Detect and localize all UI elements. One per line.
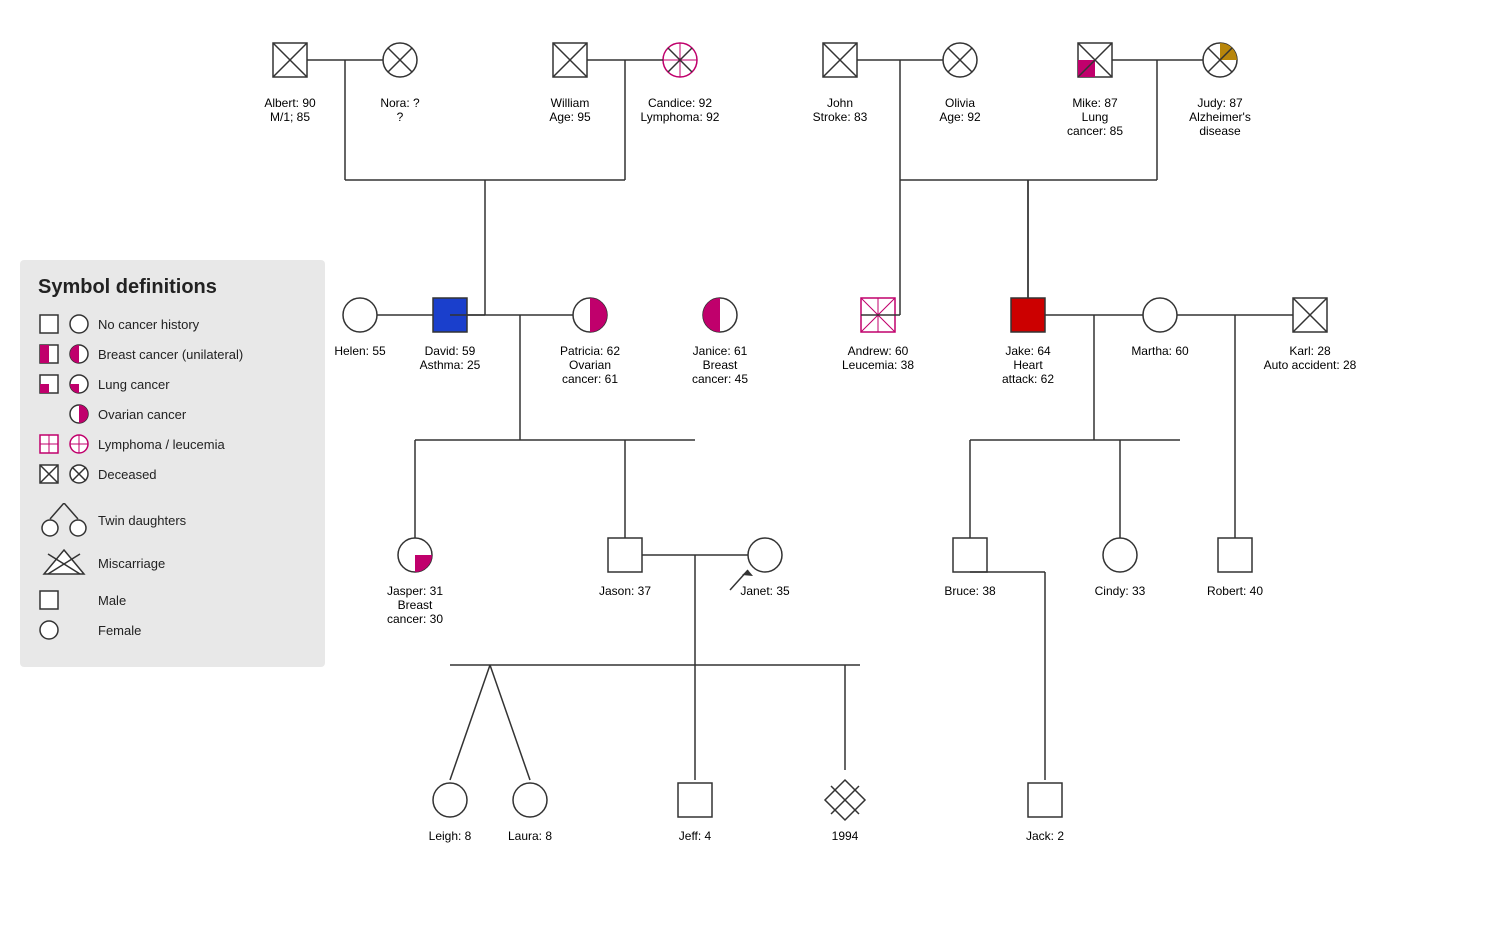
john-node xyxy=(823,43,857,77)
john-label: John xyxy=(827,96,853,110)
william-detail: Age: 95 xyxy=(549,110,591,124)
janice-detail2: cancer: 45 xyxy=(692,372,748,386)
bruce-label: Bruce: 38 xyxy=(944,584,996,598)
judy-detail: Alzheimer's xyxy=(1189,110,1251,124)
adoption-arrow-head xyxy=(742,570,753,576)
candice-detail: Lymphoma: 92 xyxy=(641,110,720,124)
karl-detail: Auto accident: 28 xyxy=(1264,358,1357,372)
judy-detail2: disease xyxy=(1199,124,1241,138)
miscarriage-label: 1994 xyxy=(832,829,859,843)
judy-label: Judy: 87 xyxy=(1197,96,1243,110)
albert-label: Albert: 90 xyxy=(264,96,316,110)
olivia-detail: Age: 92 xyxy=(939,110,981,124)
jeff-label: Jeff: 4 xyxy=(679,829,712,843)
pedigree-chart: Albert: 90 M/1; 85 Nora: ? ? William Age… xyxy=(0,0,1500,950)
martha-label: Martha: 60 xyxy=(1131,344,1189,358)
janice-node xyxy=(703,298,737,332)
leigh-label: Leigh: 8 xyxy=(429,829,472,843)
nora-detail: ? xyxy=(397,110,404,124)
john-detail: Stroke: 83 xyxy=(813,110,868,124)
karl-node xyxy=(1293,298,1327,332)
patricia-detail2: cancer: 61 xyxy=(562,372,618,386)
william-label: William xyxy=(551,96,590,110)
jasper-detail: Breast xyxy=(398,598,433,612)
candice-node xyxy=(663,43,697,77)
jake-detail2: attack: 62 xyxy=(1002,372,1054,386)
karl-label: Karl: 28 xyxy=(1289,344,1331,358)
albert-detail: M/1; 85 xyxy=(270,110,310,124)
david-label: David: 59 xyxy=(425,344,476,358)
robert-node xyxy=(1218,538,1252,572)
cindy-node xyxy=(1103,538,1137,572)
jasper-detail2: cancer: 30 xyxy=(387,612,443,626)
andrew-label: Andrew: 60 xyxy=(848,344,909,358)
albert-node xyxy=(273,43,307,77)
david-detail: Asthma: 25 xyxy=(420,358,481,372)
jason-label: Jason: 37 xyxy=(599,584,651,598)
laura-node xyxy=(513,783,547,817)
jake-node xyxy=(1011,298,1045,332)
mike-node xyxy=(1078,43,1112,77)
jason-node xyxy=(608,538,642,572)
andrew-detail: Leucemia: 38 xyxy=(842,358,914,372)
janet-node xyxy=(748,538,782,572)
line-to-laura xyxy=(490,665,530,780)
jake-label: Jake: 64 xyxy=(1005,344,1051,358)
janice-label: Janice: 61 xyxy=(693,344,748,358)
bruce-node xyxy=(953,538,987,572)
jake-detail: Heart xyxy=(1013,358,1043,372)
nora-label: Nora: ? xyxy=(380,96,420,110)
judy-node xyxy=(1203,43,1237,77)
line-to-leigh xyxy=(450,665,490,780)
patricia-label: Patricia: 62 xyxy=(560,344,620,358)
cindy-label: Cindy: 33 xyxy=(1095,584,1146,598)
helen-node xyxy=(343,298,377,332)
nora-node xyxy=(383,43,417,77)
leigh-node xyxy=(433,783,467,817)
robert-label: Robert: 40 xyxy=(1207,584,1263,598)
jasper-label: Jasper: 31 xyxy=(387,584,443,598)
mike-detail2: cancer: 85 xyxy=(1067,124,1123,138)
janet-label: Janet: 35 xyxy=(740,584,790,598)
martha-node xyxy=(1143,298,1177,332)
janice-detail: Breast xyxy=(703,358,738,372)
jeff-node xyxy=(678,783,712,817)
helen-label: Helen: 55 xyxy=(334,344,386,358)
olivia-label: Olivia xyxy=(945,96,975,110)
miscarriage-node xyxy=(825,780,865,820)
jack-label: Jack: 2 xyxy=(1026,829,1064,843)
william-node xyxy=(553,43,587,77)
jack-node xyxy=(1028,783,1062,817)
jasper-node xyxy=(398,538,432,572)
mike-detail: Lung xyxy=(1082,110,1109,124)
mike-label: Mike: 87 xyxy=(1072,96,1118,110)
patricia-node xyxy=(573,298,607,332)
olivia-node xyxy=(943,43,977,77)
laura-label: Laura: 8 xyxy=(508,829,552,843)
candice-label: Candice: 92 xyxy=(648,96,712,110)
patricia-detail: Ovarian xyxy=(569,358,611,372)
